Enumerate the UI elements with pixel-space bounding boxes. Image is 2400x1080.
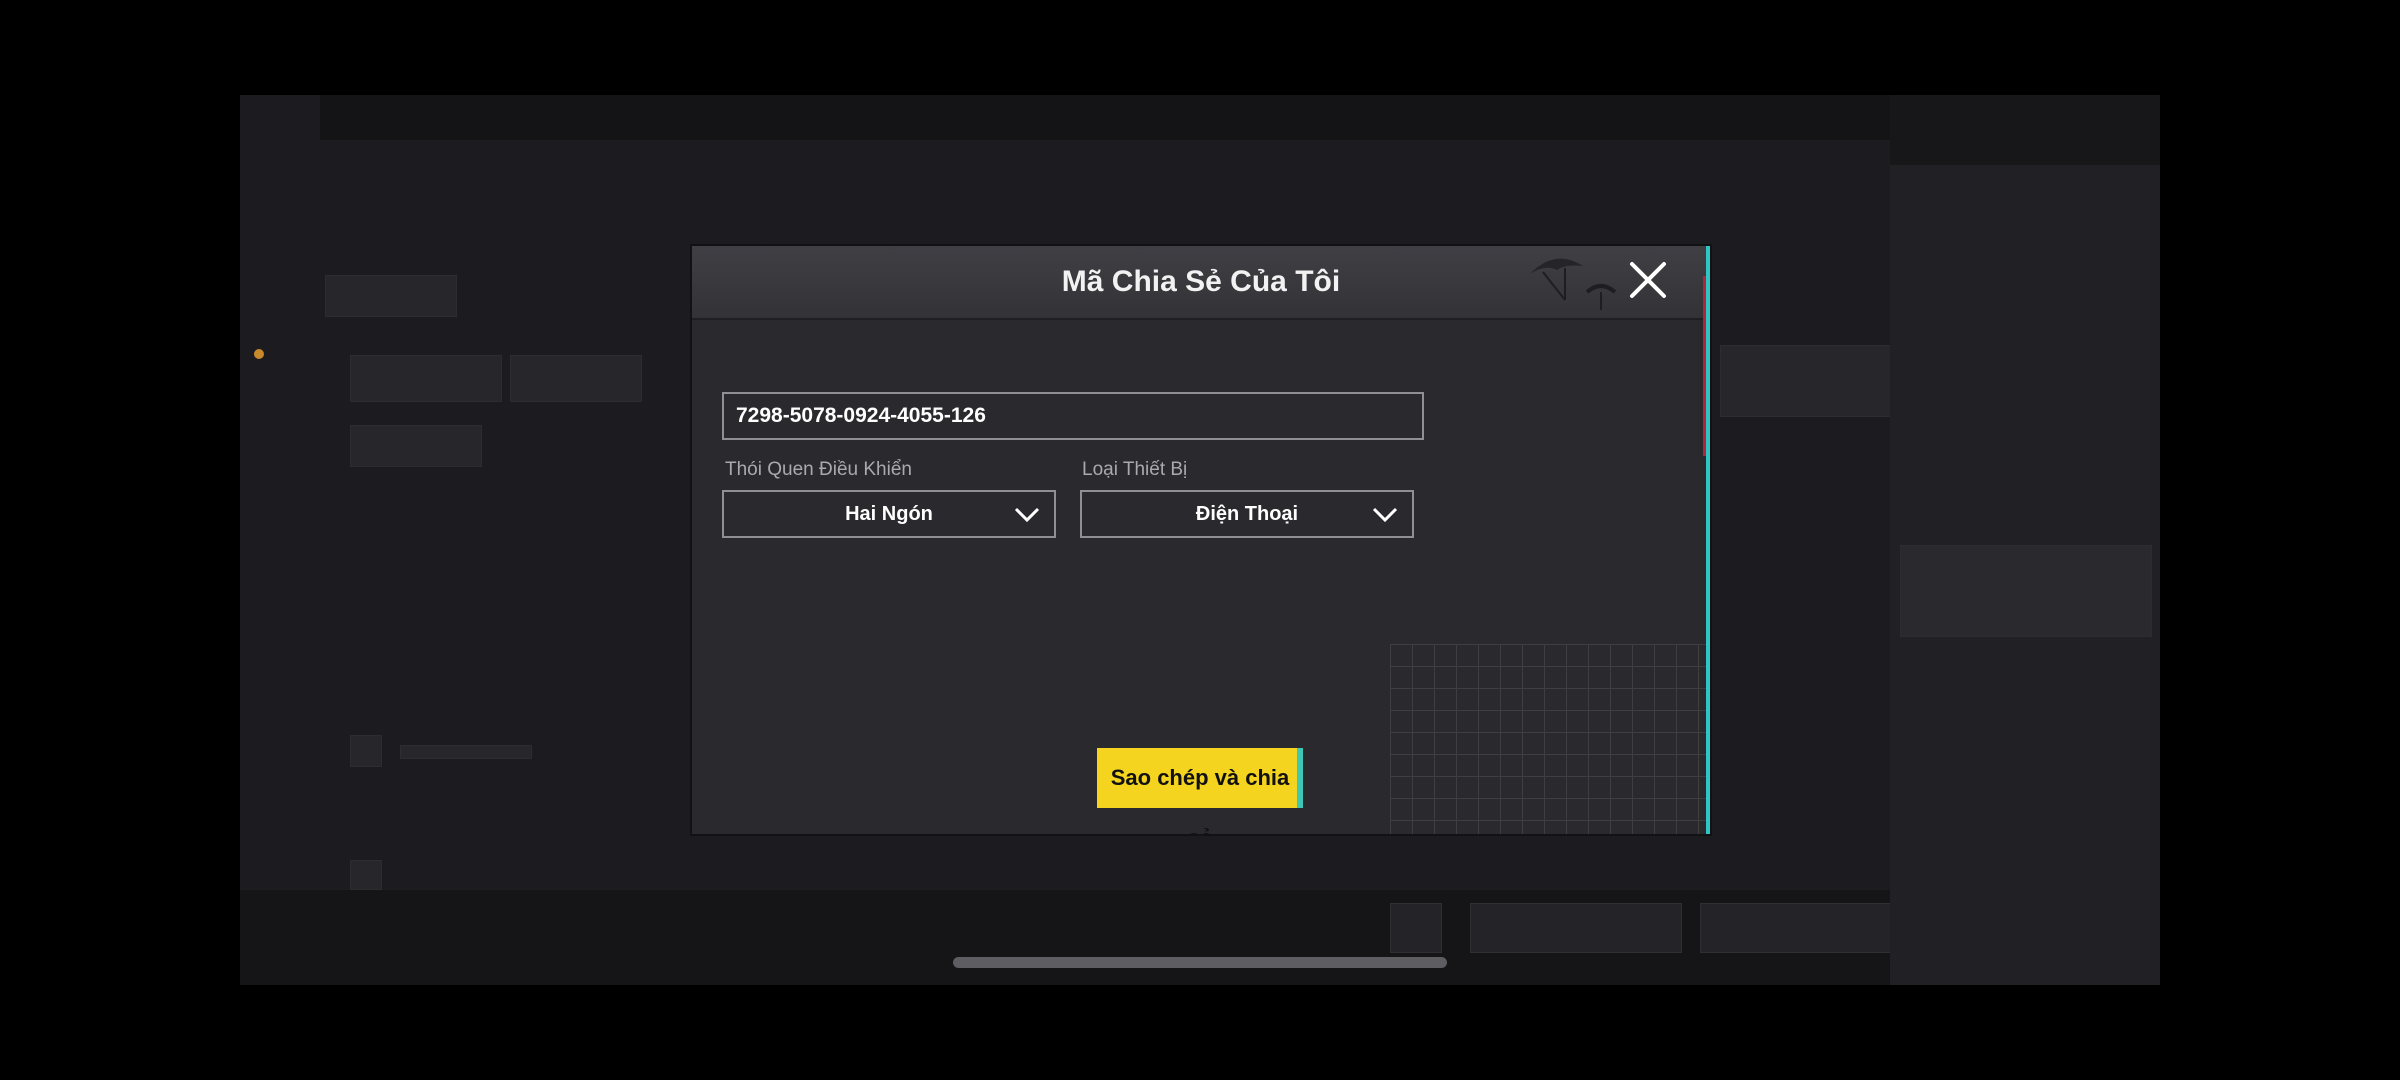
copy-and-share-button[interactable]: Sao chép và chia sẻ [1097, 748, 1303, 834]
parachute-icon [1530, 258, 1617, 310]
copy-and-share-label: Sao chép và chia sẻ [1110, 765, 1290, 834]
background-checkbox [350, 735, 382, 767]
background-checkbox [350, 860, 382, 890]
control-habit-label: Thói Quen Điều Khiển [725, 459, 912, 480]
close-icon [1630, 262, 1666, 298]
background-slider [400, 745, 532, 759]
dialog-edge-accent [1706, 246, 1710, 834]
device-type-dropdown[interactable]: Điện Thoại [1080, 490, 1414, 538]
background-tab [325, 275, 457, 317]
background-button [1700, 903, 1892, 953]
chevron-down-icon [1372, 507, 1398, 523]
home-indicator[interactable] [953, 957, 1447, 968]
device-type-label: Loại Thiết Bị [1082, 459, 1188, 480]
share-code-field[interactable]: 7298-5078-0924-4055-126 [722, 392, 1424, 440]
background-button [350, 425, 482, 467]
background-button [1390, 903, 1442, 953]
background-tab [350, 355, 502, 402]
control-habit-value: Hai Ngón [845, 503, 933, 525]
dialog-edge-accent [1703, 276, 1706, 456]
background-sidebar-selected [1900, 545, 2152, 637]
background-tab [510, 355, 642, 402]
background-button [1470, 903, 1682, 953]
share-code-dialog: Mã Chia Sẻ Của Tôi 7298-5078-0924-4055-1… [692, 246, 1710, 834]
button-edge-accent [1297, 748, 1303, 808]
device-type-value: Điện Thoại [1195, 503, 1299, 525]
background-top-bar [320, 95, 1890, 140]
grid-decoration [1390, 644, 1710, 834]
chevron-down-icon [1014, 507, 1040, 523]
notification-dot [254, 349, 264, 359]
background-panel [1720, 345, 1892, 417]
control-habit-dropdown[interactable]: Hai Ngón [722, 490, 1056, 538]
close-button[interactable] [1626, 258, 1670, 302]
